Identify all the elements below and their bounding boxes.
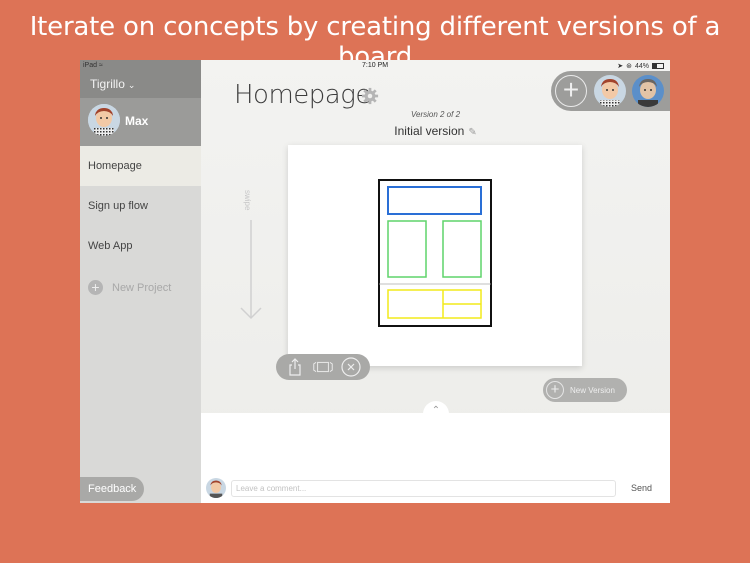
wireframe-sketch (378, 179, 492, 327)
sketch-header-block (387, 186, 482, 215)
device-label: iPad (83, 62, 98, 69)
pencil-icon[interactable]: ✎ (468, 127, 476, 138)
new-version-label: New Version (570, 385, 615, 395)
version-name[interactable]: Initial version ✎ (201, 124, 670, 138)
arrow-down-icon (240, 220, 262, 320)
close-icon[interactable] (341, 357, 361, 377)
sidebar: Tigrillo⌄ Max Homepage Sign up flow Web (80, 60, 201, 503)
sidebar-item-sign-up-flow[interactable]: Sign up flow (80, 186, 201, 226)
add-collaborator-button[interactable]: + (555, 75, 587, 107)
plus-icon: + (88, 280, 103, 295)
new-project-label: New Project (112, 281, 172, 294)
user-profile[interactable]: Max (80, 98, 201, 146)
avatar (206, 478, 226, 498)
board-toolbar (276, 354, 370, 380)
battery-icon (652, 63, 664, 69)
page-title: Homepage (234, 80, 371, 110)
location-arrow-icon: ➤ (617, 63, 624, 70)
collaborator-avatar[interactable] (632, 75, 664, 107)
present-icon[interactable] (313, 357, 333, 377)
ipad-screen: iPad ≈ 7:10 PM ➤ ⊛ 44% Tigrillo ⌄ Max Ho… (80, 60, 670, 503)
sketch-content-right (442, 220, 482, 278)
collaborators-bar: + (551, 71, 670, 111)
version-counter: Version 2 of 2 (410, 110, 461, 119)
feedback-button[interactable]: Feedback (80, 477, 144, 501)
sketch-content-left (387, 220, 427, 278)
board-canvas[interactable] (288, 145, 582, 366)
new-version-button[interactable]: + New Version (543, 378, 627, 402)
wifi-icon: ≈ (98, 62, 103, 69)
new-project-button[interactable]: + New Project (88, 280, 171, 295)
team-name[interactable]: Tigrillo ⌄ (90, 77, 135, 91)
gear-icon[interactable] (361, 87, 379, 105)
collaborator-avatar[interactable] (594, 75, 626, 107)
chevron-down-icon: ⌄ (127, 80, 136, 90)
battery-percent: 44% (634, 62, 649, 70)
sidebar-item-homepage[interactable]: Homepage (80, 146, 201, 186)
user-name: Max (125, 114, 149, 128)
status-device: iPad ≈ (83, 62, 103, 69)
version-name-label: Initial version (394, 124, 465, 138)
status-right: ➤ ⊛ 44% (617, 62, 664, 70)
status-time: 7:10 PM (362, 62, 389, 69)
board-view: Homepage + Version 2 of 2 Initial versio… (201, 60, 670, 503)
share-icon[interactable] (285, 357, 305, 377)
team-name-label: Tigrillo (90, 77, 125, 91)
chevron-up-icon[interactable]: ⌃ (423, 401, 449, 423)
swipe-hint: swipe (243, 190, 252, 211)
comments-panel: ⌃ Send (201, 401, 670, 503)
battery-fill (653, 64, 658, 68)
bluetooth-icon: ⊛ (626, 63, 632, 70)
sidebar-item-web-app[interactable]: Web App (80, 226, 201, 266)
plus-icon: + (546, 381, 564, 399)
send-button[interactable]: Send (631, 483, 652, 493)
comment-input[interactable] (231, 480, 616, 497)
avatar (88, 104, 120, 136)
